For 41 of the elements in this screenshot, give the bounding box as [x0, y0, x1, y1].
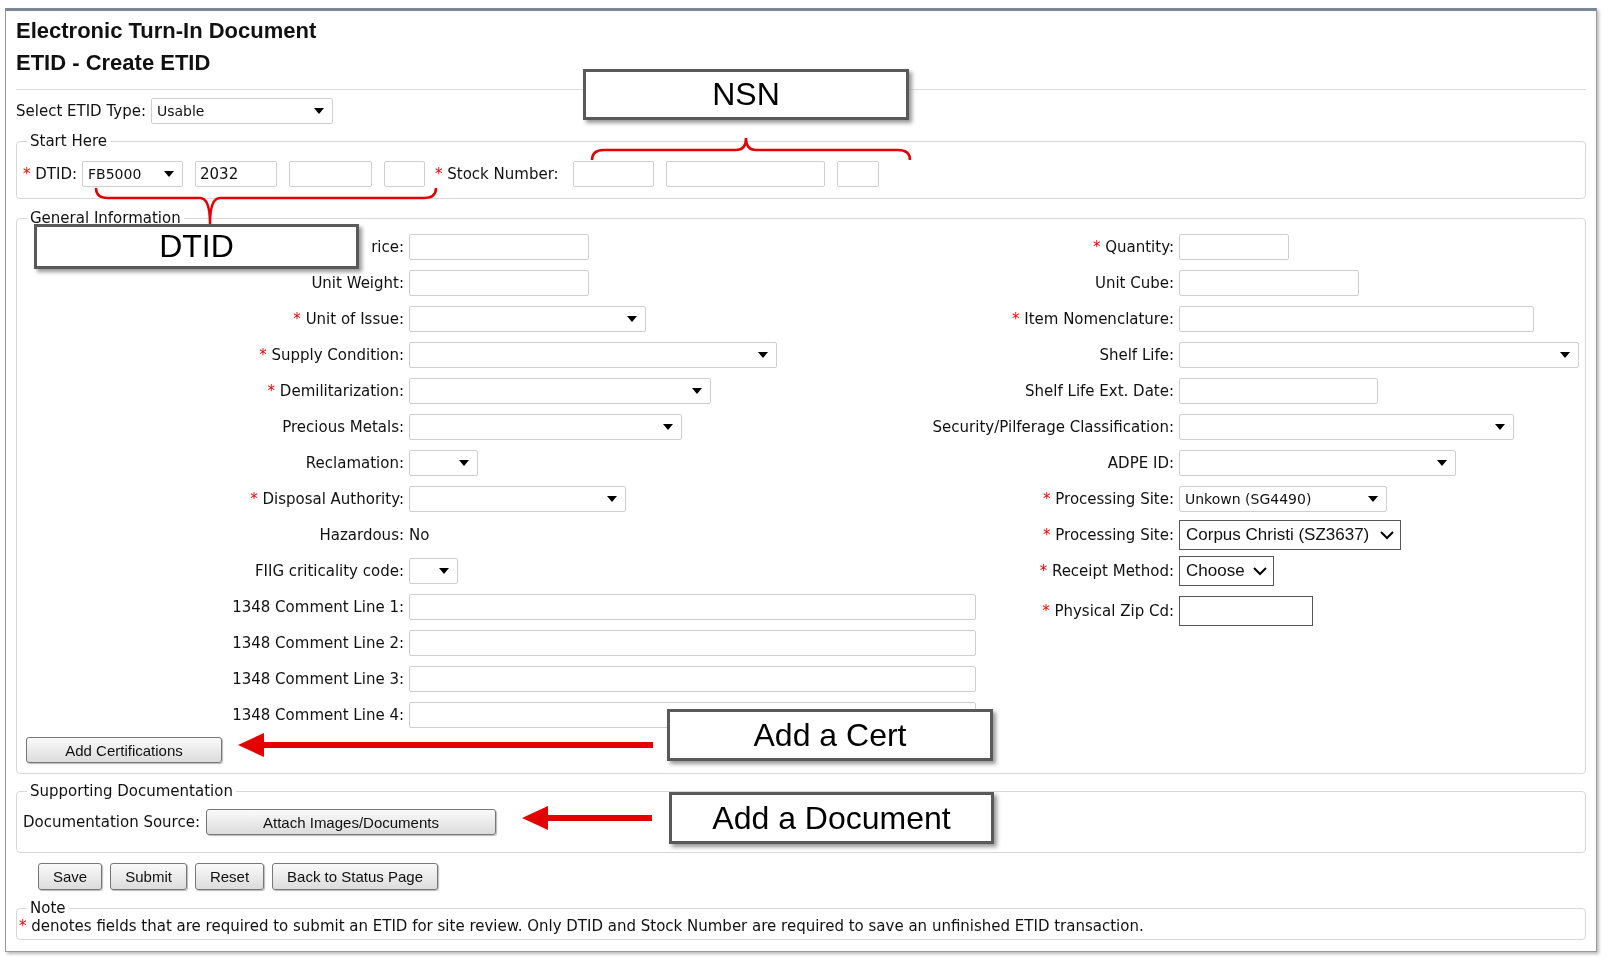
field-label: Unit Weight:: [311, 274, 404, 292]
annotation-tooltip: Add a Document: [669, 792, 994, 844]
field-label: * Demilitarization:: [267, 382, 404, 400]
field-label: Security/Pilferage Classification:: [932, 418, 1174, 436]
annotation-tooltip: Add a Cert: [667, 709, 993, 761]
section-legend: General Information: [27, 209, 184, 227]
field-label: * Physical Zip Cd:: [1042, 602, 1174, 620]
field-label: * DTID:: [23, 165, 77, 183]
field-label: Hazardous:: [319, 526, 404, 544]
field-label: * Disposal Authority:: [250, 490, 404, 508]
section-legend: Supporting Documentation: [27, 782, 236, 800]
field-label: FIIG criticality code:: [254, 562, 404, 580]
field-label: Reclamation:: [305, 454, 404, 472]
field-label: * Item Nomenclature:: [1011, 310, 1174, 328]
annotation-tooltip: NSN: [583, 69, 909, 120]
field-label: * Processing Site:: [1043, 490, 1174, 508]
field-label: Shelf Life Ext. Date:: [1025, 382, 1174, 400]
page-subtitle: ETID - Create ETID: [16, 49, 212, 77]
field-label: Select ETID Type:: [16, 102, 146, 120]
field-label: * Unit of Issue:: [293, 310, 404, 328]
field-label: rice:: [371, 238, 404, 256]
field-label: 1348 Comment Line 1:: [232, 598, 404, 616]
field-label: 1348 Comment Line 3:: [232, 670, 404, 688]
field-label: * Receipt Method:: [1039, 562, 1174, 580]
field-label: Precious Metals:: [282, 418, 404, 436]
field-label: 1348 Comment Line 4:: [232, 706, 404, 724]
field-label: ADPE ID:: [1107, 454, 1174, 472]
field-label: * Quantity:: [1092, 238, 1174, 256]
page-title: Electronic Turn-In Document: [16, 17, 318, 45]
section-legend: Start Here: [27, 132, 110, 150]
field-label: * Stock Number:: [435, 165, 559, 183]
field-label: Unit Cube:: [1094, 274, 1174, 292]
field-label: * Processing Site:: [1043, 526, 1174, 544]
annotation-tooltip: DTID: [34, 224, 359, 269]
note-text: * denotes fields that are required to submit an ETID for site review. Only DTID and Stock Number are required to save an unfinished ETID transaction.: [18, 917, 1145, 935]
field-label: 1348 Comment Line 2:: [232, 634, 404, 652]
section-legend: Note: [27, 899, 69, 917]
field-value: No: [409, 526, 430, 544]
field-label: Documentation Source:: [23, 813, 200, 831]
field-label: Shelf Life:: [1099, 346, 1174, 364]
field-label: * Supply Condition:: [259, 346, 404, 364]
